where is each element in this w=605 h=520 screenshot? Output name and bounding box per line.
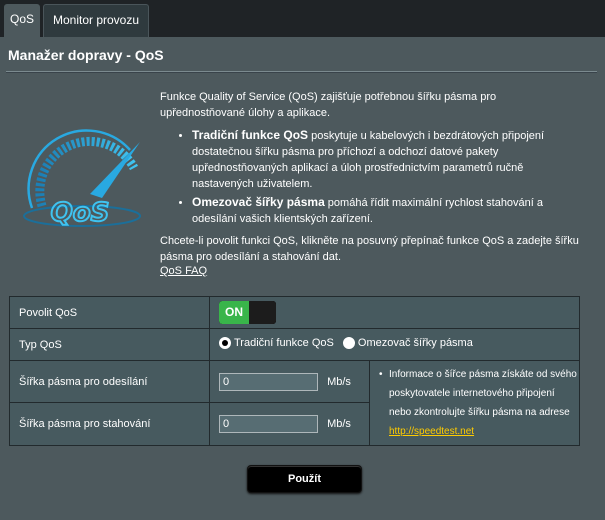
qos-speedometer-logo-icon: QoS bbox=[23, 129, 141, 228]
qos-type-cell: Tradiční funkce QoS Omezovač šířky pásma bbox=[209, 328, 580, 361]
radio-limiter-label[interactable]: Omezovač šířky pásma bbox=[358, 337, 473, 349]
row-upload-bandwidth: Šířka pásma pro odesílání Mb/s Informace… bbox=[9, 360, 580, 446]
toggle-on-label: ON bbox=[219, 301, 249, 324]
qos-faq-link[interactable]: QoS FAQ bbox=[160, 265, 207, 277]
bandwidth-info-cell: Informace o šířce pásma získáte od svého… bbox=[369, 360, 580, 446]
radio-traditional-label[interactable]: Tradiční funkce QoS bbox=[234, 337, 334, 349]
page-title: Manažer dopravy - QoS bbox=[8, 47, 164, 63]
download-bandwidth-input[interactable] bbox=[219, 415, 318, 433]
toggle-knob[interactable] bbox=[249, 301, 276, 324]
row-qos-type: Typ QoS Tradiční funkce QoS Omezovač šíř… bbox=[9, 328, 580, 361]
apply-button[interactable]: Použít bbox=[247, 465, 362, 493]
tab-bar: QoS Monitor provozu bbox=[0, 0, 605, 37]
download-bandwidth-cell: Mb/s bbox=[209, 402, 370, 446]
tab-traffic-monitor[interactable]: Monitor provozu bbox=[43, 4, 149, 37]
description-bullet-traditional: Tradiční funkce QoS poskytuje u kabelový… bbox=[192, 127, 580, 192]
description-list: Tradiční funkce QoS poskytuje u kabelový… bbox=[160, 127, 580, 227]
download-bandwidth-label: Šířka pásma pro stahování bbox=[9, 402, 210, 446]
upload-bandwidth-input[interactable] bbox=[219, 372, 318, 391]
radio-traditional[interactable] bbox=[219, 337, 231, 349]
bullet-title-traditional: Tradiční funkce QoS bbox=[192, 128, 309, 142]
qos-settings-table: Povolit QoS ON Typ QoS Tradiční funkce Q… bbox=[9, 296, 580, 446]
enable-qos-toggle[interactable]: ON bbox=[219, 301, 276, 324]
upload-bandwidth-label: Šířka pásma pro odesílání bbox=[9, 360, 210, 403]
bandwidth-info-body: Informace o šířce pásma získáte od svého… bbox=[389, 369, 577, 418]
description-outro: Chcete-li povolit funkci QoS, klikněte n… bbox=[160, 235, 579, 263]
qos-description: Funkce Quality of Service (QoS) zajišťuj… bbox=[160, 89, 580, 265]
title-divider bbox=[6, 71, 597, 73]
radio-limiter[interactable] bbox=[342, 337, 355, 349]
row-enable-qos: Povolit QoS ON bbox=[9, 296, 580, 329]
upload-unit: Mb/s bbox=[327, 375, 351, 388]
tab-qos[interactable]: QoS bbox=[4, 4, 40, 37]
speedtest-link[interactable]: http://speedtest.net bbox=[389, 426, 474, 437]
radio-option-limiter[interactable]: Omezovač šířky pásma bbox=[342, 337, 473, 349]
description-intro: Funkce Quality of Service (QoS) zajišťuj… bbox=[160, 91, 497, 119]
enable-qos-label: Povolit QoS bbox=[9, 296, 210, 329]
description-bullet-limiter: Omezovač šířky pásma pomáhá řídit maximá… bbox=[192, 194, 580, 227]
bandwidth-info-text: Informace o šířce pásma získáte od svého… bbox=[379, 365, 579, 441]
bullet-title-limiter: Omezovač šířky pásma bbox=[192, 195, 325, 209]
upload-bandwidth-cell: Mb/s bbox=[209, 360, 370, 403]
enable-qos-cell: ON bbox=[209, 296, 580, 329]
radio-option-traditional[interactable]: Tradiční funkce QoS bbox=[219, 337, 334, 349]
main-panel: Manažer dopravy - QoS QoS Funkce Quality… bbox=[0, 37, 605, 520]
qos-type-label: Typ QoS bbox=[9, 328, 210, 361]
logo-text: QoS bbox=[51, 198, 110, 228]
download-unit: Mb/s bbox=[327, 418, 351, 430]
